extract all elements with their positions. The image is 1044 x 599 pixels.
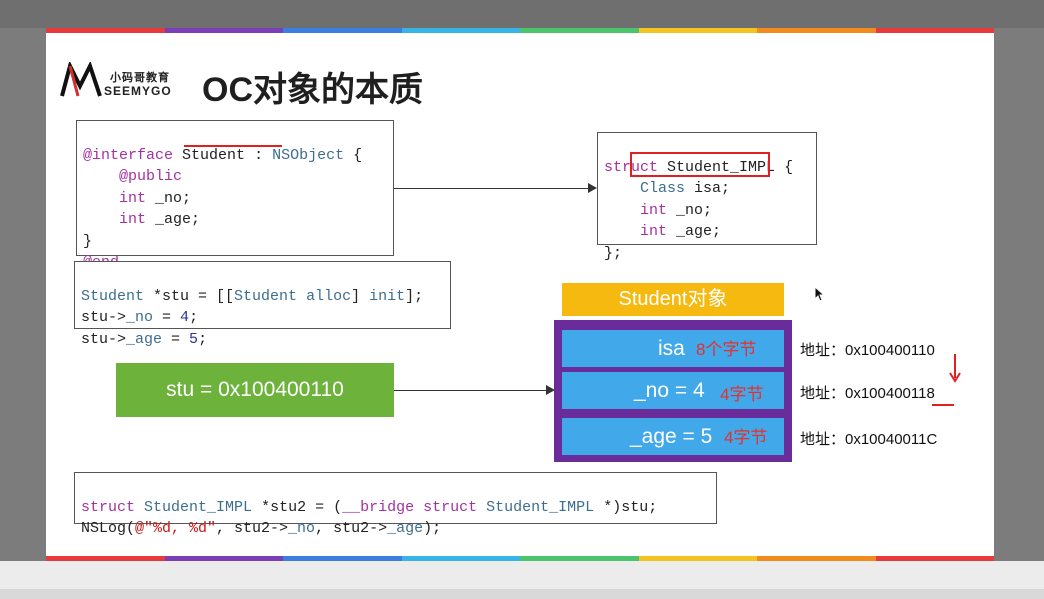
code-token: =: [153, 309, 181, 326]
code-token: init: [369, 287, 406, 305]
bottom-toolbar-sliver: [0, 589, 1044, 599]
code-token: *stu2 = (: [261, 498, 343, 516]
code-token: @interface: [83, 146, 174, 164]
red-down-arrow-icon: [949, 354, 961, 383]
code-token: );: [423, 520, 442, 537]
code-token: :: [254, 146, 264, 164]
alloc-code-block: Student *stu = [[Student alloc] init]; s…: [74, 261, 451, 348]
code-token: ];: [405, 287, 424, 305]
arrow-pointer-to-object: [394, 390, 546, 391]
struct-code-block: struct Student_IMPL { Class isa; int _no…: [597, 132, 817, 262]
code-token: int: [640, 223, 668, 240]
code-token: NSObject: [272, 146, 345, 164]
code-token: Student: [81, 287, 145, 305]
code-token: _no;: [155, 189, 192, 207]
address-isa: 地址：0x100400110: [800, 342, 935, 359]
code-token: {: [784, 158, 794, 176]
code-token: Student: [234, 287, 298, 305]
code-token: _age;: [676, 223, 722, 240]
bridge-code-block: struct Student_IMPL *stu2 = (__bridge st…: [74, 472, 717, 537]
code-token: Class: [640, 180, 686, 197]
code-token: ;: [198, 330, 208, 348]
code-token: *stu = [[: [153, 287, 235, 305]
code-token: ]: [351, 287, 361, 305]
code-token: alloc: [306, 287, 352, 305]
code-token: stu->: [81, 309, 127, 326]
memory-cell-age: _age = 5 4字节: [562, 418, 784, 455]
student-object-label: Student对象: [562, 283, 784, 316]
window-top-frame: [0, 0, 1044, 28]
code-token: }: [83, 232, 93, 250]
code-token: int: [640, 201, 668, 219]
cell-field: _age = 5: [630, 425, 713, 448]
cell-size: 8个字节: [696, 340, 757, 359]
window-bottom-frame: [0, 561, 1044, 599]
code-token: _age: [126, 330, 163, 348]
code-token: };: [604, 244, 623, 262]
mouse-cursor-icon: [814, 286, 826, 302]
underline-student-nsobject: [184, 145, 282, 147]
code-token: *)stu;: [603, 498, 658, 516]
code-token: @"%d, %d": [135, 520, 217, 537]
address-age: 地址：0x10040011C: [800, 431, 938, 448]
code-token: =: [162, 330, 190, 348]
code-token: struct: [81, 498, 136, 516]
memory-cell-isa: isa 8个字节: [562, 330, 784, 367]
cell-field: _no = 4: [634, 379, 705, 402]
code-token: {: [353, 146, 363, 164]
memory-layout-box: isa 8个字节 _no = 4 4字节 _age = 5 4字节: [554, 320, 792, 462]
code-token: _age: [387, 520, 424, 537]
code-token: isa;: [694, 180, 731, 197]
code-token: Student_IMPL: [486, 498, 595, 516]
code-token: , stu2->: [315, 520, 388, 537]
code-token: stu->: [81, 330, 127, 348]
logo-m-icon: [60, 60, 102, 97]
code-token: Student: [182, 146, 246, 164]
memory-cell-no: _no = 4 4字节: [562, 372, 784, 409]
logo: 小码哥教育 SEEMYGO: [60, 60, 190, 102]
code-token: @public: [119, 168, 183, 185]
stu-pointer-box: stu = 0x100400110: [116, 363, 394, 417]
logo-en-text: SEEMYGO: [104, 84, 172, 98]
top-color-stripe: [46, 28, 994, 33]
arrowhead: [546, 385, 555, 395]
code-token: __bridge: [342, 498, 415, 516]
code-token: , stu2->: [216, 520, 289, 537]
code-token: 4: [180, 309, 190, 326]
code-token: ;: [189, 309, 199, 326]
code-token: _no: [288, 520, 316, 537]
slide-title: OC对象的本质: [202, 71, 423, 109]
logo-cn-text: 小码哥教育: [110, 72, 170, 84]
address-no: 地址：0x100400118: [800, 385, 935, 402]
underline-address-18: [932, 404, 954, 406]
isa-highlight-box: [630, 152, 770, 177]
code-token: Student_IMPL: [144, 498, 253, 516]
cell-field: isa: [658, 337, 685, 360]
code-token: NSLog(: [81, 520, 136, 537]
code-token: 5: [189, 330, 199, 348]
cell-size: 4字节: [720, 385, 764, 404]
arrowhead: [588, 183, 597, 193]
code-token: struct: [423, 498, 478, 516]
slide: 小码哥教育 SEEMYGO OC对象的本质 @interface Student…: [46, 28, 994, 561]
code-token: int: [119, 211, 147, 228]
cell-size: 4字节: [724, 428, 768, 447]
code-token: int: [119, 189, 147, 207]
interface-code-block: @interface Student : NSObject { @public …: [76, 120, 394, 271]
code-token: _no;: [676, 201, 713, 219]
code-token: _age;: [155, 211, 201, 228]
code-token: _no: [126, 309, 154, 326]
arrow-interface-to-struct: [394, 188, 588, 189]
